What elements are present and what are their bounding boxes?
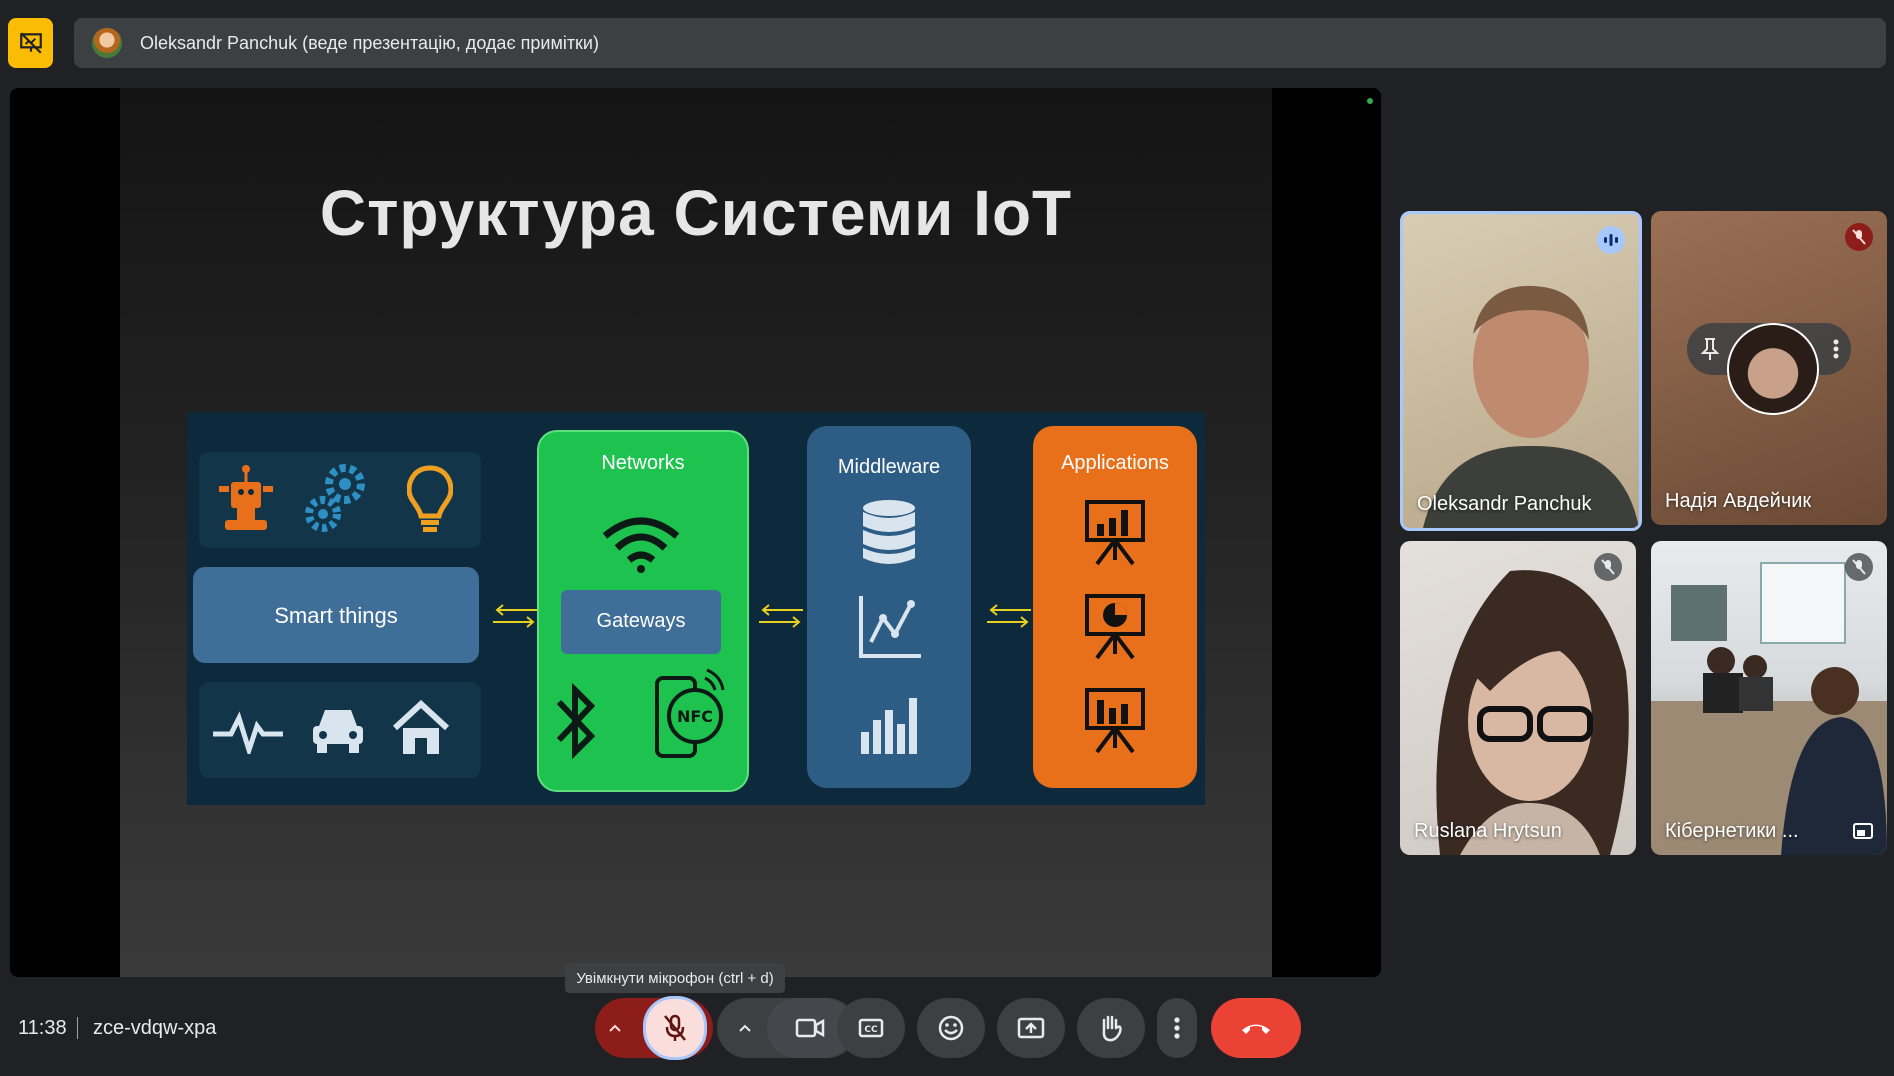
participant-video	[1651, 562, 1887, 855]
arrows-1	[493, 604, 537, 628]
bluetooth-icon	[556, 682, 596, 760]
line-chart-icon	[859, 596, 921, 658]
presentation-icon-button[interactable]	[8, 18, 53, 68]
bar-chart-icon	[861, 698, 917, 754]
svg-text:CC: CC	[864, 1025, 878, 1035]
presentation-bar-icon	[1085, 500, 1145, 566]
slide-title: Структура Системи IoT	[319, 177, 1073, 249]
participant-name: Кібернетики ...	[1665, 820, 1799, 842]
mic-off-icon	[1845, 223, 1873, 251]
raise-hand-button[interactable]	[1077, 998, 1145, 1058]
participant-name: Надія Авдейчик	[1665, 490, 1812, 512]
captions-button[interactable]: CC	[837, 998, 905, 1058]
participant-tile-3[interactable]: Ruslana Hrytsun	[1400, 541, 1636, 855]
clock-time: 11:38	[18, 1017, 67, 1039]
emoji-reactions-button[interactable]	[917, 998, 985, 1058]
middleware-label: Middleware	[837, 456, 941, 478]
presenter-text: Oleksandr Panchuk (веде презентацію, дод…	[140, 32, 599, 53]
participant-avatar	[1727, 323, 1819, 415]
meeting-code: zce-vdqw-xpa	[93, 1017, 217, 1039]
participant-tile-1[interactable]: Oleksandr Panchuk	[1400, 211, 1642, 531]
applications-box: Applications	[1033, 426, 1197, 788]
more-vert-icon	[1174, 1017, 1180, 1039]
more-options-icon[interactable]	[1833, 339, 1839, 359]
presentation-stage[interactable]: Структура Системи IoT Smart things Netwo…	[10, 88, 1381, 977]
participant-name: Oleksandr Panchuk	[1417, 493, 1592, 515]
mic-off-icon	[1594, 553, 1622, 581]
pin-icon[interactable]	[1699, 337, 1721, 361]
present-screen-icon	[1017, 1017, 1045, 1039]
presentation-off-icon	[19, 32, 42, 54]
participant-tile-2[interactable]: Надія Авдейчик	[1651, 211, 1887, 525]
speaking-indicator-icon	[1597, 226, 1625, 254]
house-icon	[392, 700, 450, 754]
iot-diagram: Smart things Networks Gateways NFC Middl…	[187, 412, 1205, 805]
participant-tile-4[interactable]: Кібернетики ...	[1651, 541, 1887, 855]
networks-box: Networks Gateways NFC	[537, 430, 749, 792]
participant-video	[1423, 285, 1639, 528]
heartbeat-icon	[213, 711, 283, 754]
mic-tooltip: Увімкнути мікрофон (ctrl + d)	[565, 963, 785, 993]
live-indicator	[1367, 98, 1373, 104]
gateways-box: Gateways	[561, 590, 721, 654]
hand-icon	[1102, 1015, 1122, 1042]
presentation-pie-icon	[1085, 594, 1145, 660]
lightbulb-icon	[407, 465, 453, 532]
presentation-columns-icon	[1085, 688, 1145, 754]
mic-off-icon	[1845, 553, 1873, 581]
present-screen-button[interactable]	[997, 998, 1065, 1058]
mic-toggle-button[interactable]	[643, 996, 707, 1060]
captions-icon: CC	[858, 1018, 884, 1038]
car-icon	[313, 710, 363, 753]
end-call-icon	[1242, 1024, 1270, 1034]
nfc-label: NFC	[677, 707, 713, 726]
camera-icon	[795, 1018, 825, 1038]
robot-icon	[219, 465, 273, 530]
chevron-up-icon	[609, 1024, 621, 1032]
gateways-label: Gateways	[596, 610, 686, 632]
devices-card-top	[199, 452, 481, 548]
audio-options-button[interactable]	[603, 1016, 627, 1040]
mic-off-icon	[664, 1014, 686, 1041]
participant-video	[1436, 570, 1629, 855]
video-options-button[interactable]	[733, 1016, 757, 1040]
presenter-avatar	[92, 28, 122, 58]
middleware-box: Middleware	[807, 426, 971, 788]
wifi-icon	[602, 517, 680, 573]
end-call-button[interactable]	[1211, 998, 1301, 1058]
gears-icon	[305, 464, 365, 532]
participant-name: Ruslana Hrytsun	[1414, 820, 1562, 842]
chevron-up-icon	[739, 1024, 751, 1032]
applications-label: Applications	[1061, 452, 1169, 474]
picture-in-picture-icon[interactable]	[1853, 823, 1873, 839]
smart-things-box: Smart things	[193, 567, 479, 663]
arrows-2	[759, 604, 803, 628]
networks-label: Networks	[601, 452, 685, 474]
smart-things-label: Smart things	[274, 603, 398, 628]
nfc-phone-icon: NFC	[655, 668, 725, 758]
emoji-icon	[938, 1015, 964, 1041]
database-icon	[863, 500, 915, 564]
divider	[77, 1017, 78, 1039]
devices-card-bottom	[199, 682, 481, 778]
more-options-button[interactable]	[1157, 998, 1197, 1058]
arrows-3	[987, 604, 1031, 628]
presenter-banner: Oleksandr Panchuk (веде презентацію, дод…	[74, 18, 1886, 68]
